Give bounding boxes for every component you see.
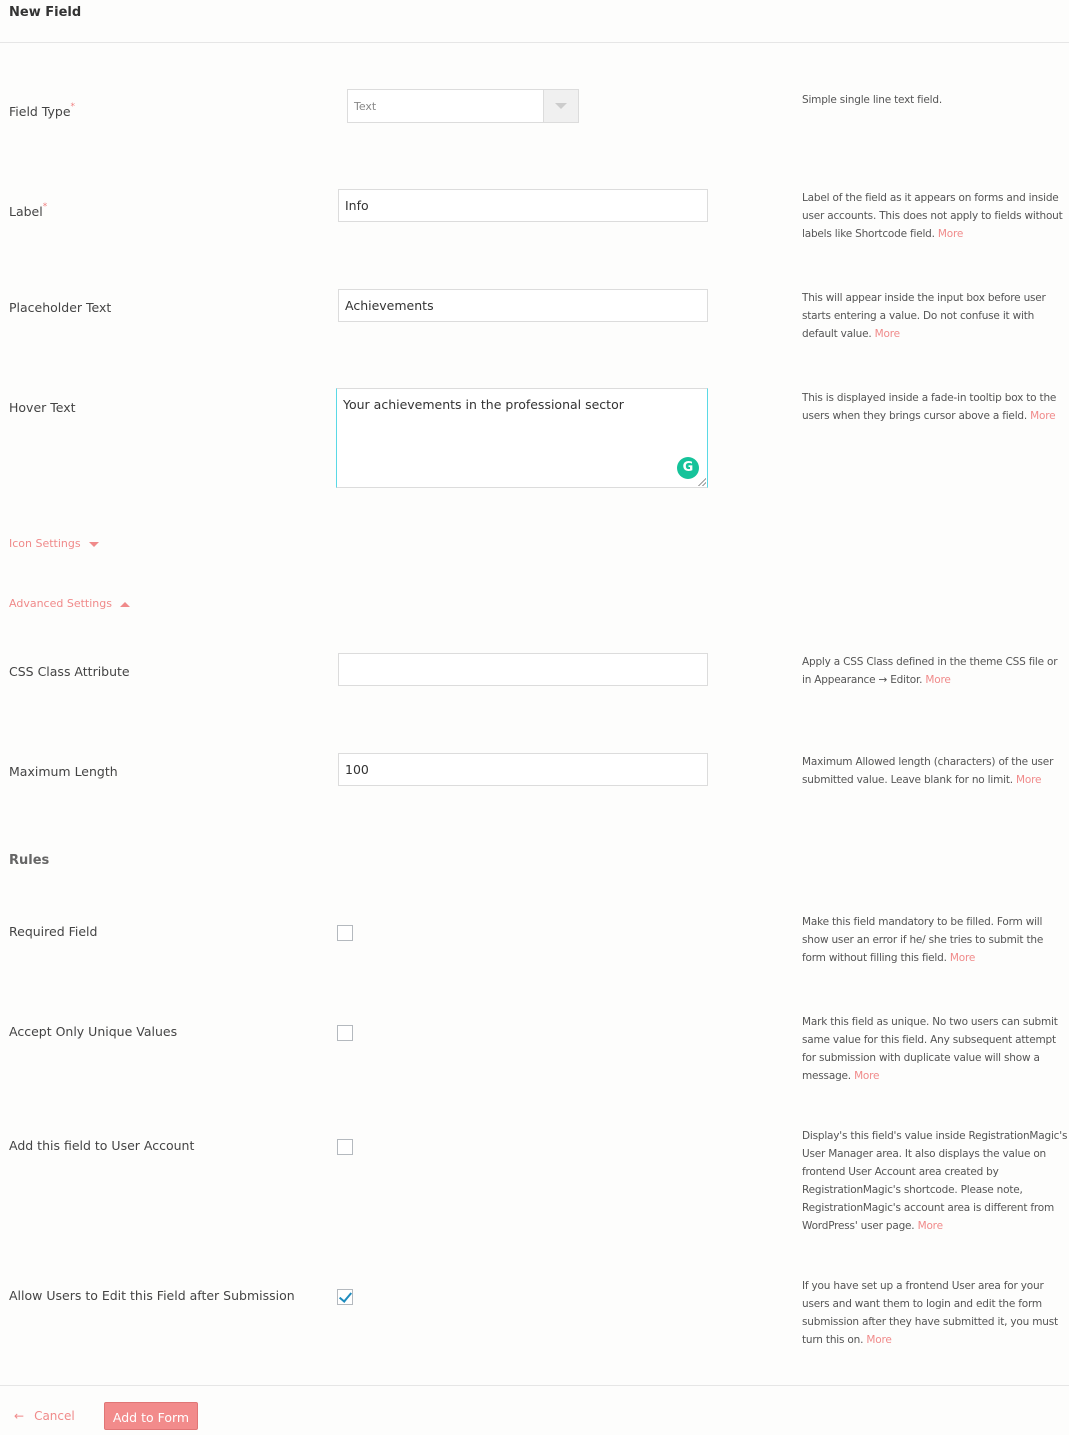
required-asterisk: * <box>42 202 48 212</box>
more-link[interactable]: More <box>866 1334 891 1346</box>
rule-label: Accept Only Unique Values <box>9 1024 178 1039</box>
field-type-label-text: Field Type <box>9 104 71 119</box>
more-link[interactable]: More <box>918 1220 943 1232</box>
more-link[interactable]: More <box>1030 410 1055 422</box>
hover-text-value: Your achievements in the professional se… <box>343 397 624 412</box>
cancel-label: Cancel <box>34 1409 75 1423</box>
dropdown-toggle[interactable] <box>543 90 578 122</box>
advanced-settings-toggle[interactable]: Advanced Settings <box>9 597 130 610</box>
caret-up-icon <box>119 601 130 607</box>
field-type-help: Simple single line text field. <box>802 91 1069 109</box>
hover-text-label: Hover Text <box>9 400 76 415</box>
page-header: New Field <box>0 0 1069 43</box>
help-text: Label of the field as it appears on form… <box>802 192 1063 240</box>
icon-settings-label: Icon Settings <box>9 537 81 550</box>
max-length-label: Maximum Length <box>9 764 118 779</box>
rule-help: Display's this field's value inside Regi… <box>802 1127 1069 1235</box>
label-help: Label of the field as it appears on form… <box>802 189 1069 243</box>
chevron-down-icon <box>555 103 567 109</box>
cancel-button[interactable]: ← Cancel <box>14 1409 75 1423</box>
page-title: New Field <box>9 5 82 20</box>
grammarly-icon[interactable]: G <box>677 457 699 479</box>
required-asterisk: * <box>70 102 76 112</box>
caret-down-icon <box>88 541 99 547</box>
field-type-value: Text <box>354 100 377 113</box>
required-field-checkbox[interactable] <box>337 925 353 941</box>
rule-help: If you have set up a frontend User area … <box>802 1277 1069 1349</box>
help-text: Simple single line text field. <box>802 94 942 106</box>
hover-text-help: This is displayed inside a fade-in toolt… <box>802 389 1069 425</box>
css-class-label: CSS Class Attribute <box>9 664 130 679</box>
hover-text-textarea[interactable]: Your achievements in the professional se… <box>336 388 708 488</box>
label-label: Label* <box>9 202 48 219</box>
rule-label: Required Field <box>9 924 98 939</box>
more-link[interactable]: More <box>875 328 900 340</box>
css-class-input[interactable] <box>338 653 708 686</box>
advanced-settings-label: Advanced Settings <box>9 597 112 610</box>
rules-heading: Rules <box>9 853 50 868</box>
resize-handle-icon[interactable] <box>698 478 706 486</box>
label-label-text: Label <box>9 204 43 219</box>
field-type-select[interactable]: Text <box>347 89 579 123</box>
more-link[interactable]: More <box>854 1070 879 1082</box>
max-length-input[interactable] <box>338 753 708 786</box>
icon-settings-toggle[interactable]: Icon Settings <box>9 537 99 550</box>
help-text: This will appear inside the input box be… <box>802 292 1046 340</box>
user-account-checkbox[interactable] <box>337 1139 353 1155</box>
allow-edit-checkbox[interactable] <box>337 1289 353 1305</box>
placeholder-input[interactable] <box>338 289 708 322</box>
rule-label: Allow Users to Edit this Field after Sub… <box>9 1288 295 1303</box>
label-input[interactable] <box>338 189 708 222</box>
rule-help: Make this field mandatory to be filled. … <box>802 913 1069 967</box>
rule-help: Mark this field as unique. No two users … <box>802 1013 1069 1085</box>
more-link[interactable]: More <box>925 674 950 686</box>
help-text: Display's this field's value inside Regi… <box>802 1130 1068 1232</box>
arrow-left-icon: ← <box>14 1409 25 1423</box>
help-text: Mark this field as unique. No two users … <box>802 1016 1058 1082</box>
more-link[interactable]: More <box>950 952 975 964</box>
help-text: This is displayed inside a fade-in toolt… <box>802 392 1057 422</box>
help-text: Make this field mandatory to be filled. … <box>802 916 1044 964</box>
css-class-help: Apply a CSS Class defined in the theme C… <box>802 653 1069 689</box>
unique-values-checkbox[interactable] <box>337 1025 353 1041</box>
more-link[interactable]: More <box>1016 774 1041 786</box>
more-link[interactable]: More <box>938 228 963 240</box>
max-length-help: Maximum Allowed length (characters) of t… <box>802 753 1069 789</box>
add-to-form-button[interactable]: Add to Form <box>104 1402 198 1430</box>
form-footer: ← Cancel Add to Form <box>0 1385 1069 1435</box>
checkmark-icon <box>338 1289 353 1303</box>
placeholder-label: Placeholder Text <box>9 300 112 315</box>
help-text: If you have set up a frontend User area … <box>802 1280 1058 1346</box>
rule-label: Add this field to User Account <box>9 1138 195 1153</box>
field-type-label: Field Type* <box>9 102 76 119</box>
placeholder-help: This will appear inside the input box be… <box>802 289 1069 343</box>
